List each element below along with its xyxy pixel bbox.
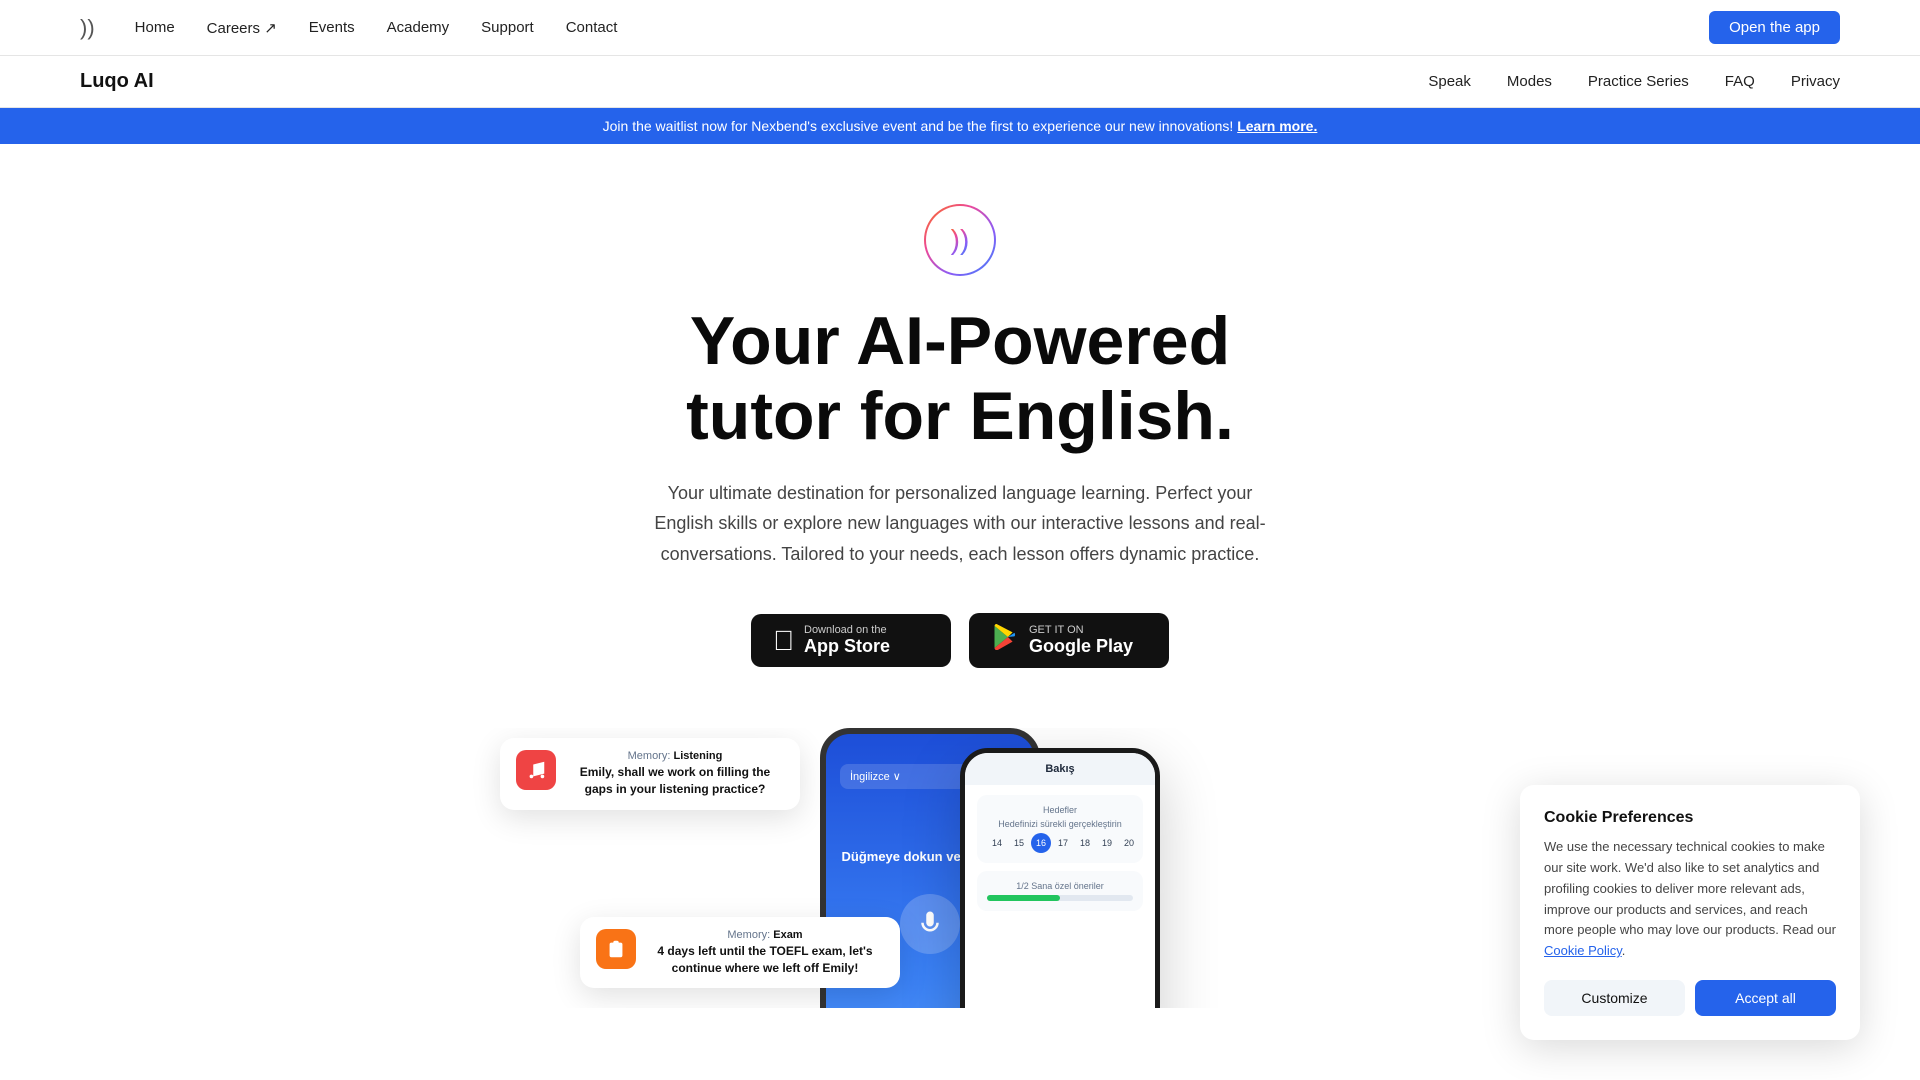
announcement-banner: Join the waitlist now for Nexbend's excl… [0,108,1920,144]
cookie-policy-link[interactable]: Cookie Policy [1544,943,1622,958]
cookie-preferences-panel: Cookie Preferences We use the necessary … [1520,785,1860,1040]
phone-goals-label: Hedefler [987,805,1133,815]
phone-mic-button[interactable] [900,894,960,954]
day-17: 17 [1053,833,1073,853]
nav-privacy[interactable]: Privacy [1791,73,1840,90]
brand-name: Luqo AI [80,70,154,93]
app-store-text: Download on the App Store [804,624,890,657]
phone-goals-desc: Hedefinizi sürekli gerçekleştirin [987,819,1133,829]
logo-icon: )) [80,15,95,41]
memory-listening-label: Memory: Listening [566,750,784,762]
nav-link-academy[interactable]: Academy [387,19,450,36]
cookie-body: We use the necessary technical cookies t… [1544,837,1836,962]
nav-practice-series[interactable]: Practice Series [1588,73,1689,90]
top-nav: )) Home Careers ↗ Events Academy Support… [0,0,1920,56]
nav-link-home[interactable]: Home [135,19,175,36]
day-16: 16 [1031,833,1051,853]
secondary-nav-links: Speak Modes Practice Series FAQ Privacy [1428,73,1840,90]
day-14: 14 [987,833,1007,853]
memory-exam-desc: 4 days left until the TOEFL exam, let's … [646,943,884,977]
phone-days-grid: 14 15 16 17 18 19 20 [987,833,1133,853]
memory-listening-icon [516,750,556,790]
secondary-nav: Luqo AI Speak Modes Practice Series FAQ … [0,56,1920,108]
nav-link-careers[interactable]: Careers ↗ [207,19,277,37]
nav-faq[interactable]: FAQ [1725,73,1755,90]
memory-exam-label: Memory: Exam [646,929,884,941]
day-20: 20 [1119,833,1139,853]
hero-title: Your AI-Powered tutor for English. [686,304,1234,454]
cookie-actions: Customize Accept all [1544,980,1836,1016]
google-play-button[interactable]: GET IT ON Google Play [969,613,1169,668]
nav-link-support[interactable]: Support [481,19,534,36]
apple-icon:  [773,625,794,657]
banner-text: Join the waitlist now for Nexbend's excl… [603,118,1234,134]
phone-goals-card: Hedefler Hedefinizi sürekli gerçekleştir… [977,795,1143,863]
phone-front-body: Hedefler Hedefinizi sürekli gerçekleştir… [965,785,1155,929]
memory-card-listening-text: Memory: Listening Emily, shall we work o… [566,750,784,798]
nav-link-contact[interactable]: Contact [566,19,618,36]
phone-front-header: Bakış [965,753,1155,785]
top-nav-left: )) Home Careers ↗ Events Academy Support… [80,15,617,41]
nav-speak[interactable]: Speak [1428,73,1471,90]
phone-lang-label: İngilizce ∨ [850,770,901,783]
day-18: 18 [1075,833,1095,853]
top-nav-logo: )) [80,15,95,41]
store-buttons:  Download on the App Store GET IT ON Go… [751,613,1169,668]
banner-learn-more[interactable]: Learn more. [1237,118,1317,134]
phone-progress-bar [987,895,1133,901]
hero-logo-icon-wrap: )) [924,204,996,276]
phone-offers-label: 1/2 Sana özel öneriler [987,881,1133,891]
day-19: 19 [1097,833,1117,853]
memory-listening-desc: Emily, shall we work on filling the gaps… [566,764,784,798]
cookie-title: Cookie Preferences [1544,809,1836,827]
hero-subtitle: Your ultimate destination for personaliz… [640,478,1280,570]
hero-logo-icon: )) [951,224,970,256]
google-play-text: GET IT ON Google Play [1029,624,1133,657]
open-app-button[interactable]: Open the app [1709,11,1840,44]
nav-modes[interactable]: Modes [1507,73,1552,90]
memory-card-exam-text: Memory: Exam 4 days left until the TOEFL… [646,929,884,977]
cookie-accept-button[interactable]: Accept all [1695,980,1836,1016]
memory-card-listening: Memory: Listening Emily, shall we work o… [500,738,800,810]
phone-progress-fill [987,895,1060,901]
day-15: 15 [1009,833,1029,853]
nav-link-events[interactable]: Events [309,19,355,36]
google-play-icon [991,623,1019,658]
top-nav-links: Home Careers ↗ Events Academy Support Co… [135,19,618,37]
phone-front-mockup: Bakış Hedefler Hedefinizi sürekli gerçek… [960,748,1160,1008]
cookie-customize-button[interactable]: Customize [1544,980,1685,1016]
memory-exam-icon [596,929,636,969]
phone-offers-card: 1/2 Sana özel öneriler [977,871,1143,911]
app-store-button[interactable]:  Download on the App Store [751,614,951,667]
memory-card-exam: Memory: Exam 4 days left until the TOEFL… [580,917,900,989]
